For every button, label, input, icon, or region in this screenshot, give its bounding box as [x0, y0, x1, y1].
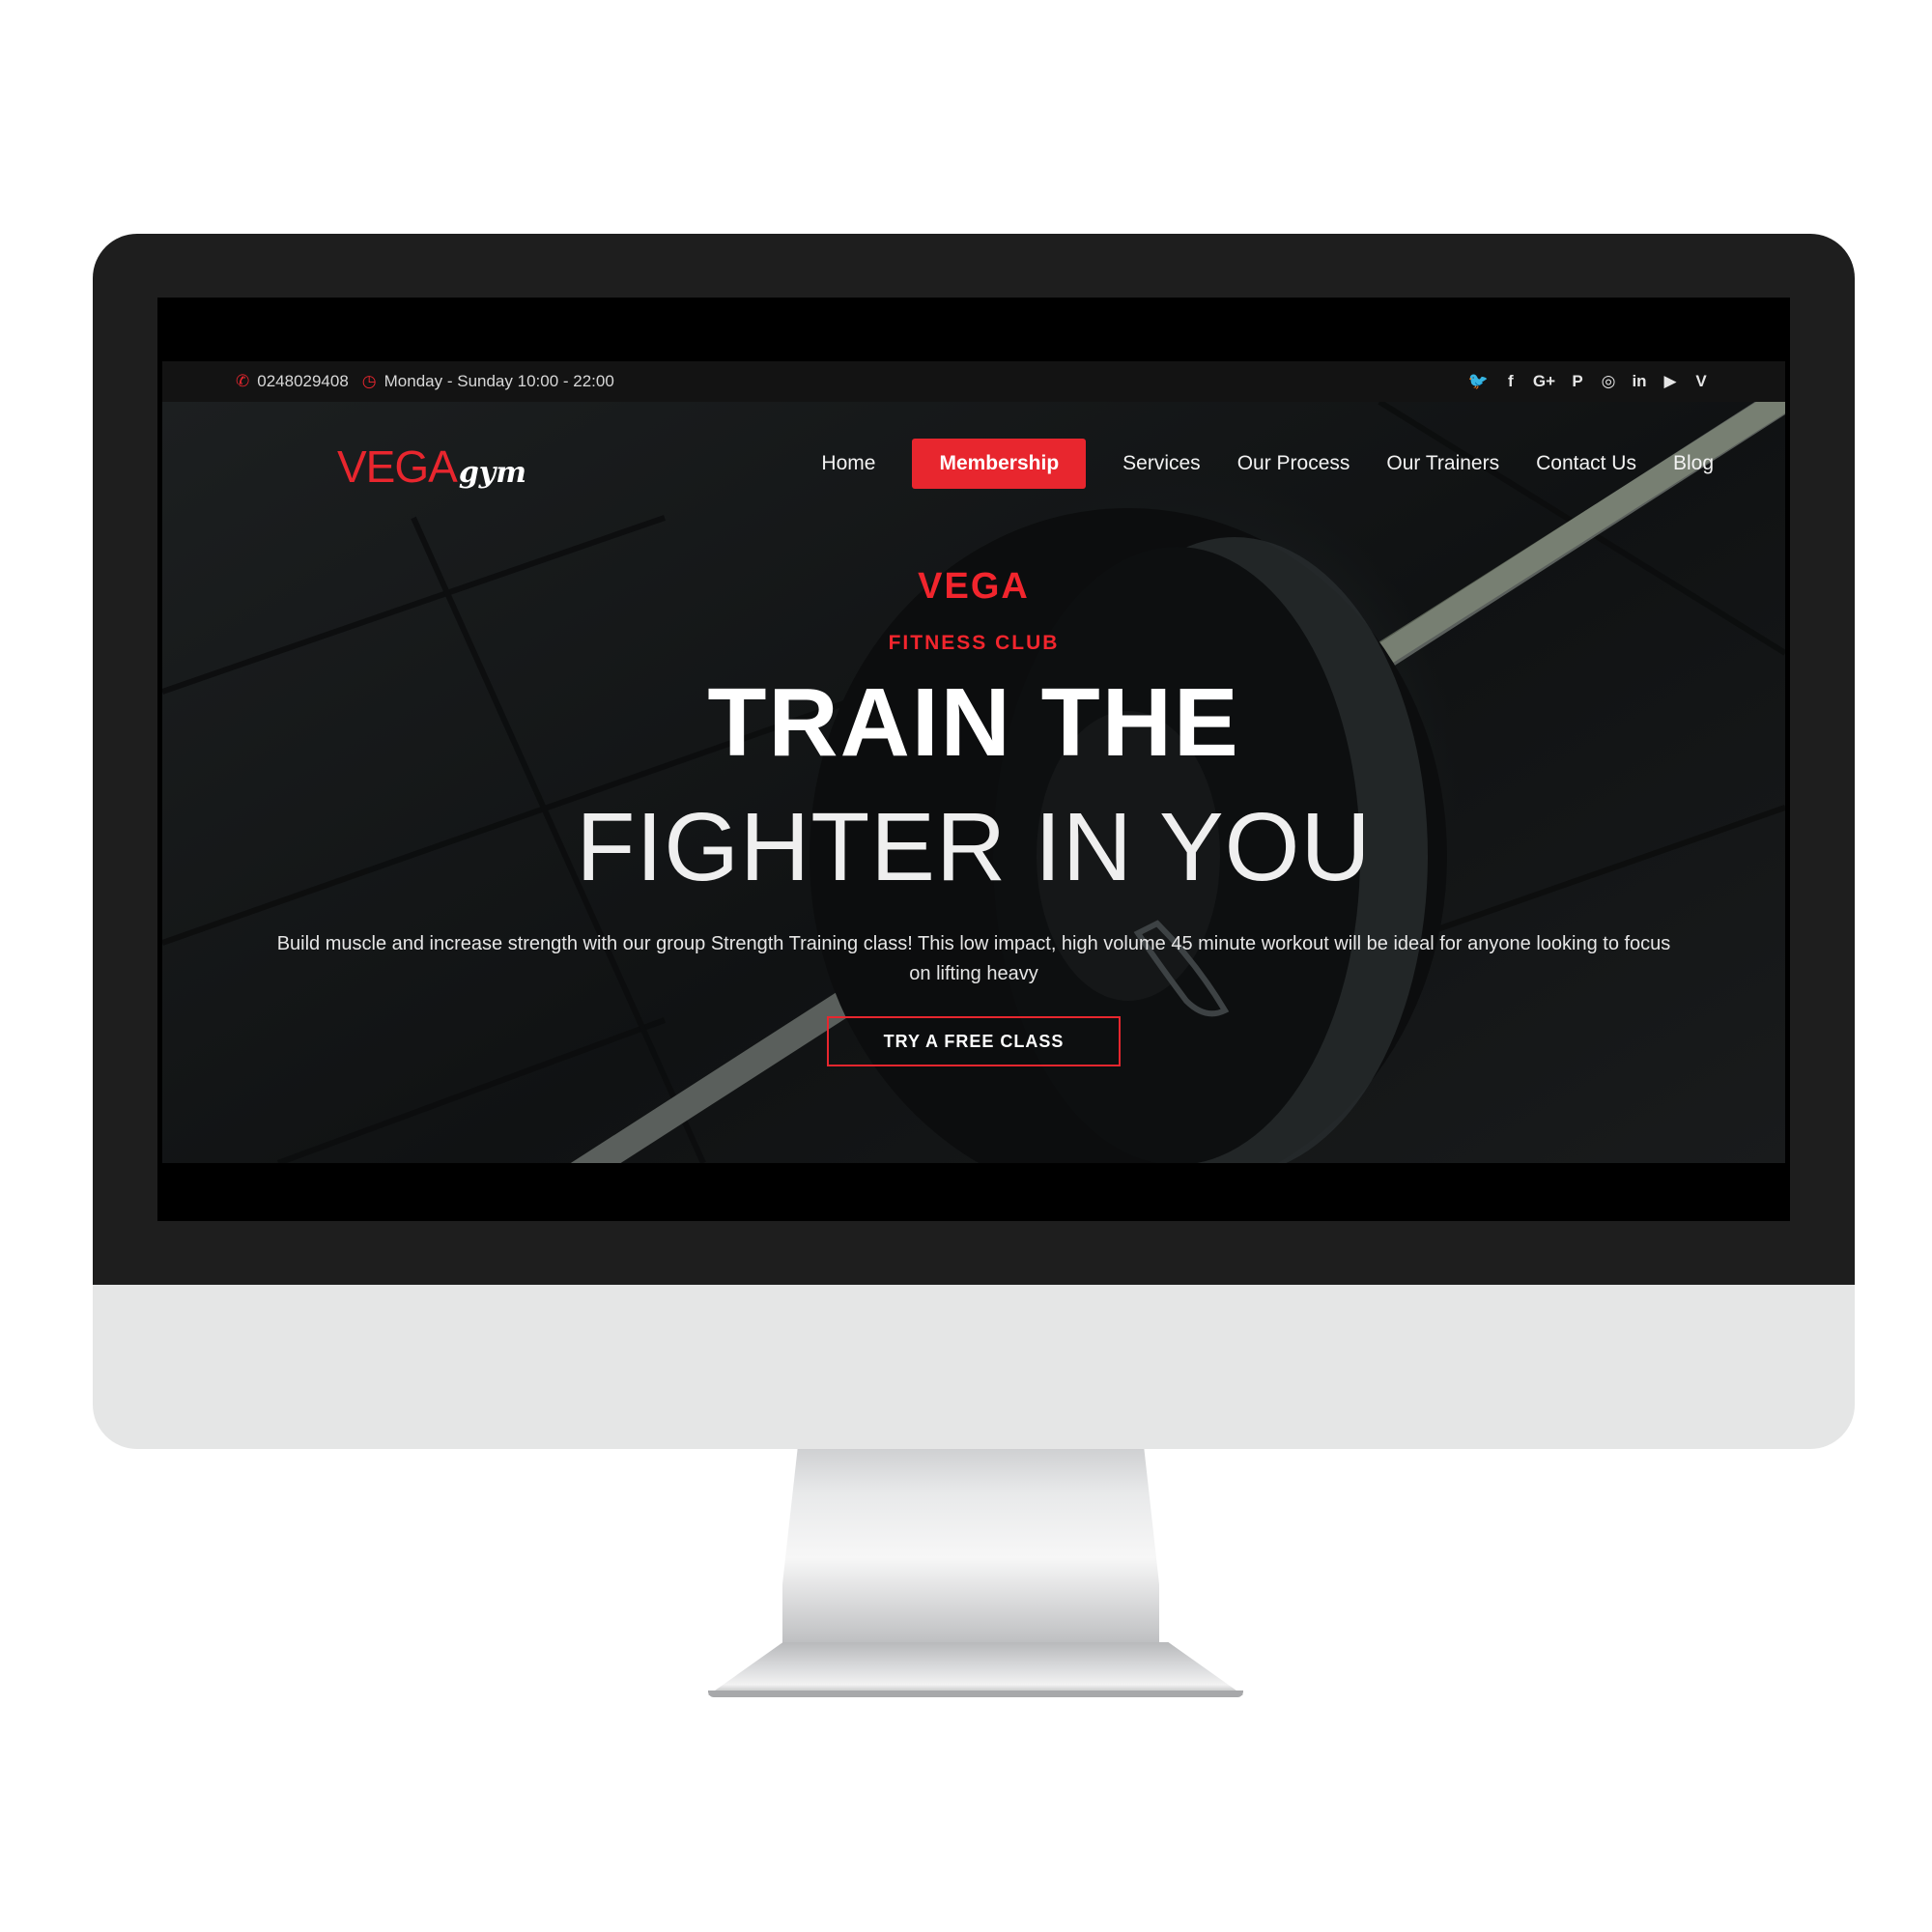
- youtube-icon[interactable]: ▶: [1662, 372, 1679, 391]
- social-links: 🐦 f G+ P ◎ in ▶ V: [1468, 372, 1710, 391]
- nav-our-trainers[interactable]: Our Trainers: [1386, 452, 1499, 475]
- contact-info: ✆ 0248029408 ◷ Monday - Sunday 10:00 - 2…: [236, 372, 614, 391]
- monitor-chin: [93, 1285, 1855, 1449]
- hero-section: VEGA gym Home Membership Services Our Pr…: [162, 402, 1785, 1163]
- hero-headline-line2: FIGHTER IN YOU: [576, 793, 1372, 901]
- monitor-screen: ✆ 0248029408 ◷ Monday - Sunday 10:00 - 2…: [157, 298, 1790, 1221]
- hero-subtitle: FITNESS CLUB: [888, 632, 1060, 654]
- vine-icon[interactable]: V: [1692, 372, 1710, 391]
- phone-icon: ✆: [236, 372, 250, 390]
- main-nav: Home Membership Services Our Process Our…: [821, 439, 1714, 489]
- clock-icon: ◷: [361, 372, 377, 390]
- logo-script: gym: [458, 456, 526, 490]
- site-logo[interactable]: VEGA gym: [337, 440, 526, 493]
- pinterest-icon[interactable]: P: [1569, 372, 1586, 391]
- nav-membership[interactable]: Membership: [912, 439, 1087, 489]
- hero-brand: VEGA: [918, 566, 1030, 607]
- nav-our-process[interactable]: Our Process: [1237, 452, 1350, 475]
- main-navbar: VEGA gym Home Membership Services Our Pr…: [162, 402, 1785, 526]
- monitor-stand-edge: [708, 1690, 1243, 1697]
- cta-wrapper: TRY A FREE CLASS: [162, 1016, 1785, 1066]
- hero-headline-line1: TRAIN THE: [707, 668, 1240, 777]
- facebook-icon[interactable]: f: [1502, 372, 1520, 391]
- google-plus-icon[interactable]: G+: [1533, 372, 1555, 391]
- monitor-stand-base: [708, 1642, 1243, 1695]
- nav-blog[interactable]: Blog: [1673, 452, 1714, 475]
- phone-number[interactable]: 0248029408: [257, 372, 349, 391]
- twitter-icon[interactable]: 🐦: [1468, 372, 1489, 391]
- nav-home[interactable]: Home: [821, 452, 875, 475]
- opening-hours: Monday - Sunday 10:00 - 22:00: [384, 372, 614, 390]
- nav-contact-us[interactable]: Contact Us: [1536, 452, 1636, 475]
- nav-services[interactable]: Services: [1122, 452, 1201, 475]
- hero-description: Build muscle and increase strength with …: [276, 933, 1671, 984]
- linkedin-icon[interactable]: in: [1631, 372, 1648, 391]
- logo-wordmark: VEGA: [337, 441, 458, 492]
- try-free-class-button[interactable]: TRY A FREE CLASS: [827, 1016, 1121, 1066]
- instagram-icon[interactable]: ◎: [1600, 372, 1617, 391]
- top-info-bar: ✆ 0248029408 ◷ Monday - Sunday 10:00 - 2…: [162, 361, 1785, 402]
